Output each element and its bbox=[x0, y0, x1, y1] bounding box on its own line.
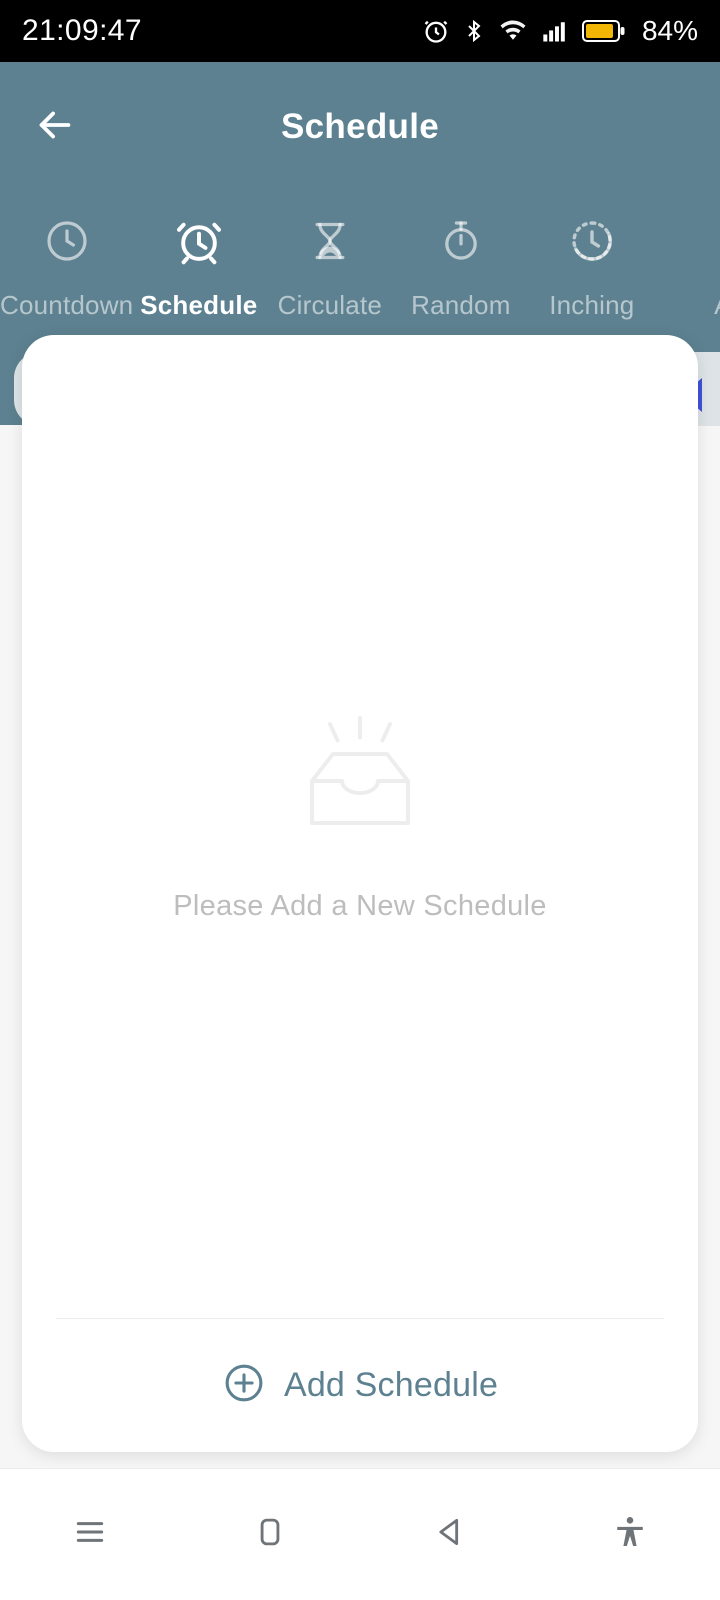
alarm-icon bbox=[422, 17, 450, 45]
arrow-left-icon bbox=[32, 102, 78, 153]
tab-inching[interactable]: Inching bbox=[526, 196, 657, 321]
add-schedule-button[interactable]: Add Schedule bbox=[22, 1318, 698, 1452]
tab-label: Countdown bbox=[0, 290, 134, 320]
empty-state: Please Add a New Schedule bbox=[22, 335, 698, 1300]
tab-label: A bbox=[714, 290, 720, 321]
status-bar-clock: 21:09:47 bbox=[22, 14, 142, 47]
android-navigation-bar bbox=[0, 1468, 720, 1600]
alarm-clock-icon bbox=[174, 212, 224, 270]
tab-countdown[interactable]: Countdown bbox=[0, 196, 133, 321]
wifi-icon bbox=[498, 17, 528, 45]
stopwatch-icon bbox=[438, 212, 484, 270]
back-button[interactable] bbox=[360, 1469, 540, 1600]
back-navigation-button[interactable] bbox=[20, 62, 90, 192]
battery-percent-label: 84% bbox=[641, 15, 698, 46]
tab-label: Random bbox=[411, 290, 511, 320]
clock-icon bbox=[43, 212, 91, 270]
tab-random[interactable]: Random bbox=[395, 196, 526, 321]
tab-partial-next[interactable]: A bbox=[657, 196, 720, 321]
schedule-card: Please Add a New Schedule Add Schedule bbox=[22, 335, 698, 1452]
triangle-left-icon bbox=[430, 1512, 470, 1557]
mode-tab-bar[interactable]: Countdown Schedule Circulate Random Inch… bbox=[0, 196, 720, 326]
tab-label: Schedule bbox=[140, 290, 258, 320]
tab-label: Inching bbox=[549, 290, 635, 320]
tab-label: Circulate bbox=[277, 290, 383, 320]
bluetooth-icon bbox=[462, 17, 486, 45]
tab-schedule[interactable]: Schedule bbox=[133, 196, 264, 321]
battery-icon bbox=[581, 18, 626, 44]
plus-circle-icon bbox=[222, 1361, 266, 1410]
add-schedule-label: Add Schedule bbox=[283, 1365, 499, 1404]
status-bar-icons: 84% bbox=[422, 15, 698, 47]
cellular-signal-icon bbox=[540, 17, 570, 45]
tab-circulate[interactable]: Circulate bbox=[264, 196, 395, 321]
menu-lines-icon bbox=[70, 1512, 110, 1557]
empty-tray-icon bbox=[285, 712, 435, 832]
dashed-clock-icon bbox=[568, 212, 616, 270]
phone-screen: 21:09:47 84% Schedule Countdown Schedule… bbox=[0, 0, 720, 1600]
accessibility-person-icon bbox=[612, 1512, 648, 1557]
status-bar: 21:09:47 84% bbox=[0, 0, 720, 62]
page-title: Schedule bbox=[280, 107, 439, 146]
recents-button[interactable] bbox=[0, 1469, 180, 1600]
app-bar: Schedule bbox=[0, 62, 720, 192]
accessibility-button[interactable] bbox=[540, 1469, 720, 1600]
home-button[interactable] bbox=[180, 1469, 360, 1600]
rounded-square-icon bbox=[251, 1513, 289, 1556]
hourglass-icon bbox=[308, 212, 352, 270]
empty-state-message: Please Add a New Schedule bbox=[173, 890, 547, 922]
